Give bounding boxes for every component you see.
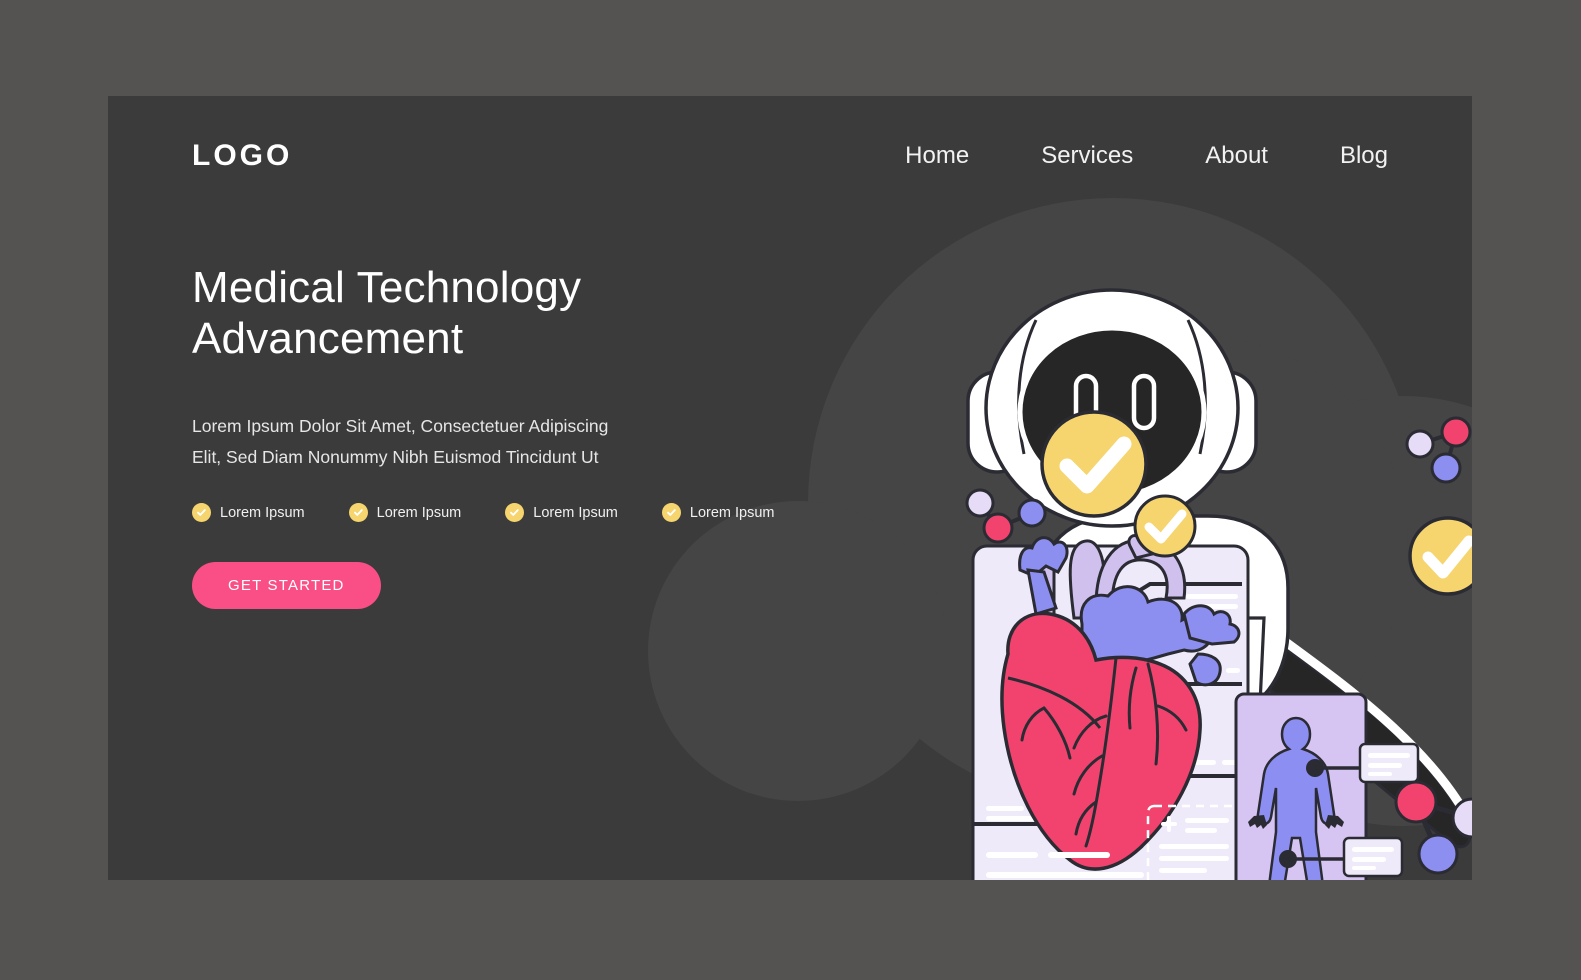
landing-page: LOGO Home Services About Blog Medical Te… [108,96,1472,880]
headline-line-2: Advancement [192,314,464,364]
check-circle-icon [661,503,681,523]
check-circle-icon [192,503,211,523]
feature-label: Lorem Ipsum [689,504,775,521]
nav-item-services[interactable]: Services [1041,142,1133,170]
page-title: Medical Technology Advancement [192,262,752,365]
feature-list: Lorem Ipsum Lorem Ipsum Lorem Ipsum Lore… [192,503,775,523]
anatomical-heart-card [971,531,1250,880]
logo[interactable]: LOGO [192,139,292,173]
nav-item-blog[interactable]: Blog [1340,142,1388,170]
feature-item: Lorem Ipsum [505,503,618,523]
feature-label: Lorem Ipsum [220,504,305,521]
feature-label: Lorem Ipsum [533,504,618,521]
hero-subtext: Lorem Ipsum Dolor Sit Amet, Consectetuer… [192,415,609,468]
main-navigation: Home Services About Blog [905,142,1388,170]
callout-box [1342,836,1404,878]
feature-label: Lorem Ipsum [376,504,462,521]
medical-technology-illustration [868,216,1472,880]
check-badge-icon [1133,494,1197,558]
get-started-button[interactable]: GET STARTED [192,562,381,610]
feature-item: Lorem Ipsum [348,503,462,523]
check-badge-icon [1408,516,1472,596]
feature-item: Lorem Ipsum [192,503,305,523]
nav-item-home[interactable]: Home [905,142,969,170]
molecule-icon [1405,416,1472,484]
check-circle-icon [348,503,368,523]
screenshot-frame: LOGO Home Services About Blog Medical Te… [0,0,1581,980]
feature-item: Lorem Ipsum [661,503,775,523]
site-header: LOGO Home Services About Blog [108,96,1472,216]
hero-content: Medical Technology Advancement Lorem Ips… [192,262,775,610]
callout-box [1358,742,1420,784]
headline-line-1: Medical Technology [192,263,582,312]
check-circle-icon [505,503,525,523]
check-badge-icon [1040,410,1148,518]
nav-item-about[interactable]: About [1205,142,1268,170]
